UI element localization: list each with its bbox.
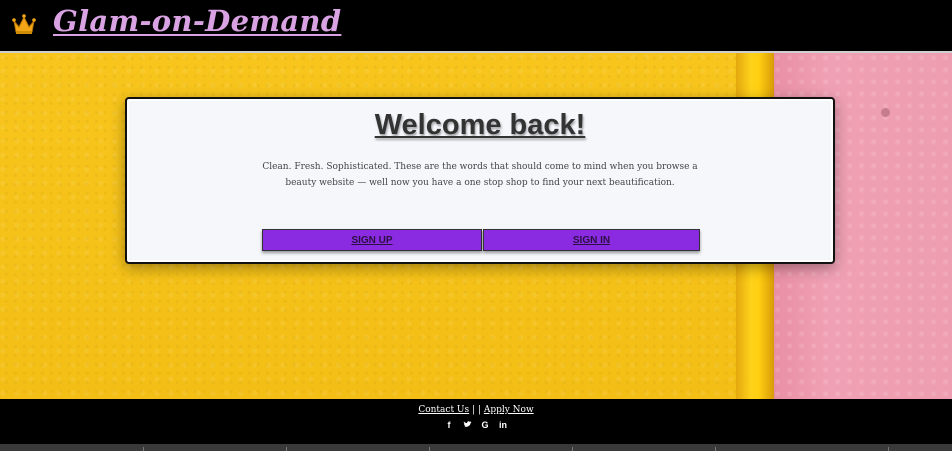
footer-links: Contact Us | | Apply Now	[0, 405, 952, 415]
twitter-icon[interactable]	[463, 420, 472, 431]
bottom-bar-tick	[143, 447, 144, 451]
site-footer: Contact Us | | Apply Now f G in	[0, 399, 952, 444]
welcome-title: Welcome back!	[374, 109, 586, 141]
footer-separator: | |	[472, 405, 481, 415]
sign-in-button[interactable]: SIGN IN	[483, 229, 700, 251]
welcome-card: Welcome back! Clean. Fresh. Sophisticate…	[125, 97, 835, 264]
linkedin-icon[interactable]: in	[499, 420, 508, 431]
site-header: Glam-on-Demand	[0, 0, 952, 53]
bottom-bar-tick	[429, 447, 430, 451]
crown-icon	[12, 14, 36, 34]
contact-us-link[interactable]: Contact Us	[418, 405, 469, 415]
bottom-bar-tick	[888, 447, 889, 451]
social-links: f G in	[0, 420, 952, 431]
bottom-bar-tick	[715, 447, 716, 451]
welcome-description: Clean. Fresh. Sophisticated. These are t…	[262, 162, 698, 188]
brand-logo-link[interactable]: Glam-on-Demand	[53, 4, 341, 38]
background-hole	[881, 108, 890, 117]
bottom-scroll-bar	[0, 444, 952, 451]
bottom-bar-tick	[572, 447, 573, 451]
bottom-bar-tick	[286, 447, 287, 451]
google-icon[interactable]: G	[481, 420, 490, 431]
facebook-icon[interactable]: f	[445, 420, 454, 431]
apply-now-link[interactable]: Apply Now	[484, 405, 534, 415]
sign-up-button[interactable]: SIGN UP	[262, 229, 482, 251]
